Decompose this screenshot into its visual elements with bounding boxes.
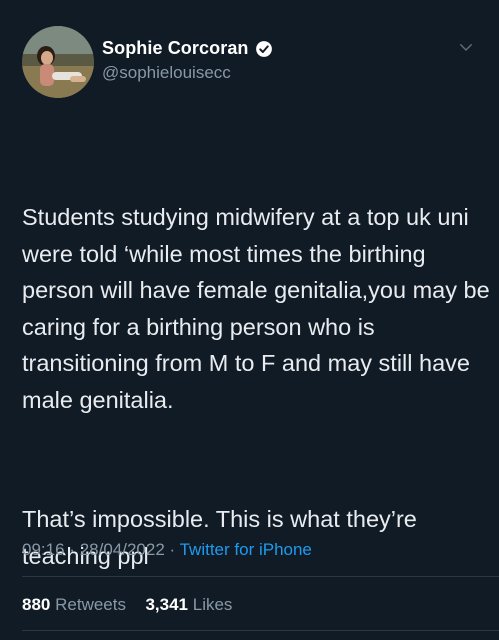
tweet-text: Students studying midwifery at a top uk … [22,126,492,640]
tweet-stats: 880 Retweets 3,341 Likes [22,595,232,615]
avatar-photo-icon [22,26,94,98]
tweet-paragraph: Students studying midwifery at a top uk … [22,204,497,413]
tweet-card: Sophie Corcoran @sophielouisecc Students… [0,0,499,640]
likes-count: 3,341 [145,595,188,614]
chevron-down-icon[interactable] [457,38,475,56]
verified-badge-icon [255,40,272,57]
author-display-name[interactable]: Sophie Corcoran [102,38,249,59]
tweet-header: Sophie Corcoran @sophielouisecc [22,26,479,98]
retweets-label: Retweets [55,595,126,614]
meta-separator: · [169,540,176,559]
divider [22,576,499,577]
likes-label: Likes [192,595,233,614]
tweet-date[interactable]: 28/04/2022 [80,540,165,559]
author-identity: Sophie Corcoran @sophielouisecc [102,38,273,83]
meta-separator: · [69,540,75,559]
tweet-paragraph: That’s impossible. This is what they’re … [22,506,424,569]
avatar[interactable] [22,26,94,98]
retweets-count: 880 [22,595,51,614]
retweets-stat[interactable]: 880 Retweets [22,595,131,614]
tweet-meta: 09:16 · 28/04/2022 · Twitter for iPhone [22,540,312,560]
tweet-source-link[interactable]: Twitter for iPhone [180,540,312,559]
author-handle[interactable]: @sophielouisecc [102,63,273,83]
tweet-time[interactable]: 09:16 [22,540,65,559]
divider [22,630,499,631]
likes-stat[interactable]: 3,341 Likes [145,595,232,614]
